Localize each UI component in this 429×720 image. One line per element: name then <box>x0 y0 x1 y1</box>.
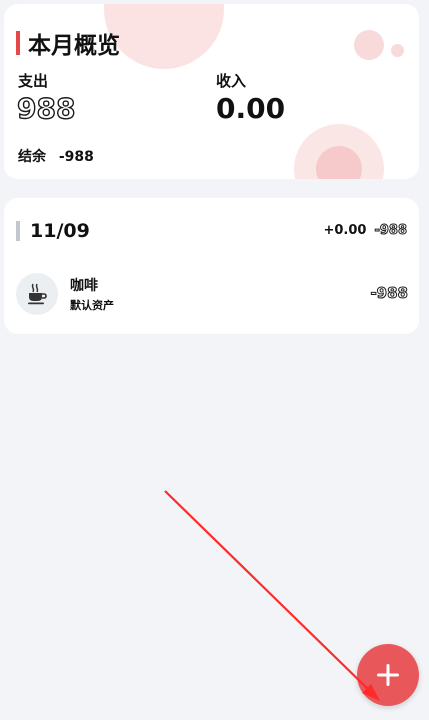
income-value: 0.00 <box>216 92 286 125</box>
monthly-summary-card: 本月概览 支出 988 收入 0.00 结余 -988 <box>4 4 419 179</box>
day-expense-total: -988 <box>374 223 408 239</box>
entry-category-name: 咖啡 <box>70 278 98 294</box>
plus-icon <box>377 664 399 686</box>
decorative-circle <box>294 124 384 179</box>
day-header: 11/09 <box>16 220 90 242</box>
day-group-card: 11/09 +0.00 -988 咖啡 默认资产 -988 <box>4 198 419 334</box>
add-record-button[interactable] <box>357 644 419 706</box>
day-date: 11/09 <box>30 220 90 242</box>
entry-account-name: 默认资产 <box>70 299 114 312</box>
income-label: 收入 <box>216 72 247 90</box>
expense-value: 988 <box>16 91 76 125</box>
day-totals: +0.00 -988 <box>323 223 408 239</box>
decorative-circle <box>316 146 362 179</box>
coffee-cup-icon <box>16 273 58 315</box>
decorative-circle <box>104 4 224 69</box>
balance-label: 结余 <box>18 149 46 165</box>
day-income-total: +0.00 <box>323 223 367 238</box>
expense-label: 支出 <box>18 72 49 90</box>
entry-amount: -988 <box>370 284 409 303</box>
day-accent-bar <box>16 221 20 241</box>
decorative-circle <box>391 44 404 57</box>
title-accent-bar <box>16 31 20 55</box>
balance-row: 结余 -988 <box>18 146 94 166</box>
summary-title-text: 本月概览 <box>28 33 120 59</box>
transaction-list-item[interactable]: 咖啡 默认资产 -988 <box>16 273 408 315</box>
decorative-circle <box>354 30 384 60</box>
summary-title: 本月概览 <box>16 26 120 60</box>
balance-value: -988 <box>58 149 94 165</box>
